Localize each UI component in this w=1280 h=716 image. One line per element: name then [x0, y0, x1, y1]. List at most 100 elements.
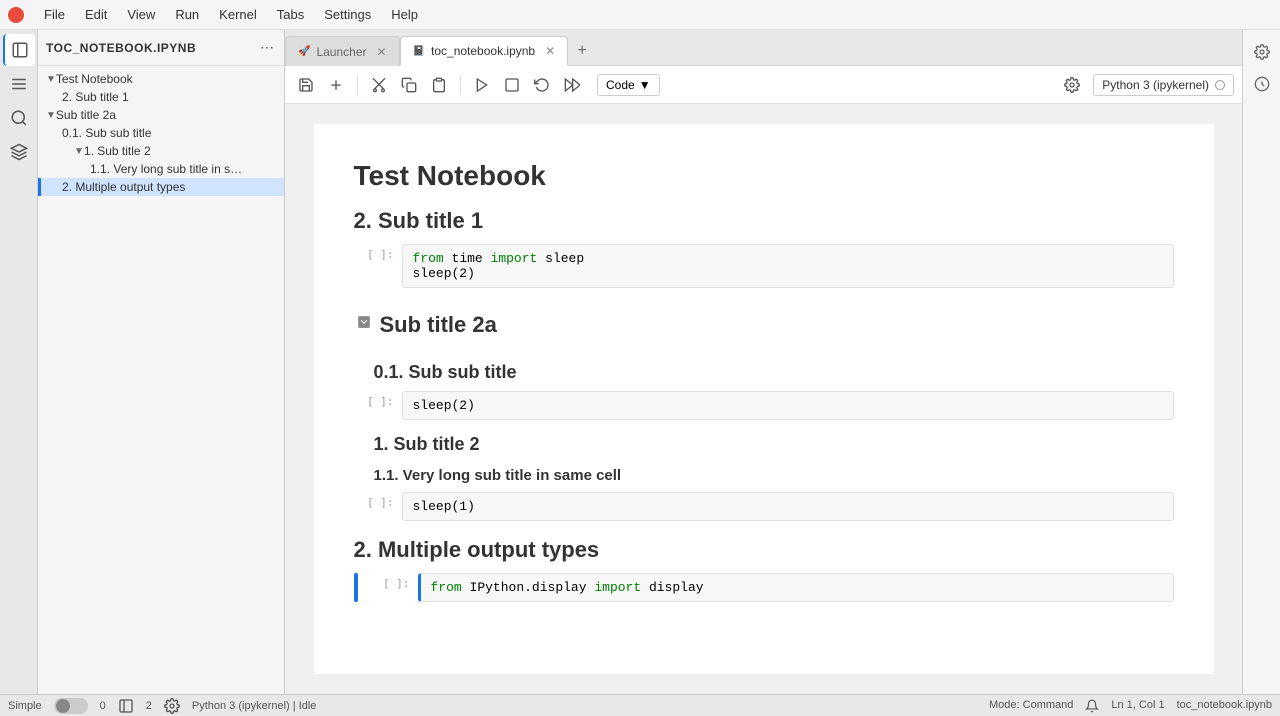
toc-label-sub-sub-title: 0.1. Sub sub title [62, 126, 151, 140]
kernel-info: Python 3 (ipykernel) | Idle [192, 700, 317, 712]
tabs-bar: 🚀 Launcher ✕ 📓 toc_notebook.ipynb ✕ + [285, 30, 1242, 66]
toc-item-sub-sub-title[interactable]: 0.1. Sub sub title [38, 124, 284, 142]
collapse-arrow-sub-title-2: ▼ [74, 146, 84, 157]
notebook-tab-icon: 📓 [413, 46, 425, 57]
menu-kernel[interactable]: Kernel [211, 5, 265, 24]
cell-prompt-4: [ ]: [370, 573, 410, 590]
notebook: Test Notebook 2. Sub title 1 [ ]: from t… [285, 104, 1242, 694]
kw-import-1: import [491, 251, 538, 266]
toc-label-very-long: 1.1. Very long sub title in s… [90, 162, 242, 176]
notebook-title: Test Notebook [354, 160, 1174, 192]
cell-type-label: Code [606, 78, 635, 92]
status-filename: toc_notebook.ipynb [1177, 699, 1272, 713]
toc-item-sub-title-2a[interactable]: ▼ Sub title 2a [38, 106, 284, 124]
toc-label-sub-title-2a: Sub title 2a [56, 108, 116, 122]
cell-type-select[interactable]: Code ▼ [597, 74, 660, 96]
new-tab-button[interactable]: + [568, 37, 596, 65]
sidebar-menu-btn[interactable]: ⋯ [258, 39, 276, 57]
tab-launcher[interactable]: 🚀 Launcher ✕ [285, 36, 400, 66]
tab-launcher-close[interactable]: ✕ [377, 45, 387, 59]
menu-view[interactable]: View [119, 5, 163, 24]
zero-label: 0 [100, 700, 106, 712]
statusbar: Simple 0 2 Python 3 (ipykernel) | Idle M… [0, 694, 1280, 716]
heading-very-long: 1.1. Very long sub title in same cell [354, 467, 1174, 484]
cell-input-1[interactable]: from time import sleepsleep(2) [402, 244, 1174, 288]
toolbar: Code ▼ Python 3 (ipykernel) [285, 66, 1242, 104]
active-cell-indicator [354, 573, 358, 602]
mode-cmd: Mode: Command [989, 699, 1073, 713]
heading-sub-sub-title: 0.1. Sub sub title [354, 362, 1174, 383]
toc-item-multiple-output[interactable]: 2. Multiple output types [38, 178, 284, 196]
cell-input-4[interactable]: from IPython.display import display [418, 573, 1174, 602]
kernel-settings-icon[interactable] [1059, 72, 1085, 98]
kernel-name: Python 3 (ipykernel) [1102, 78, 1209, 92]
cell-input-2[interactable]: sleep(2) [402, 391, 1174, 420]
cell-type-chevron: ▼ [639, 78, 651, 92]
code-cell-3: [ ]: sleep(1) [354, 492, 1174, 521]
content-area: 🚀 Launcher ✕ 📓 toc_notebook.ipynb ✕ + [285, 30, 1242, 694]
copy-button[interactable] [396, 72, 422, 98]
toolbar-right: Python 3 (ipykernel) [1059, 72, 1234, 98]
status-icon-1 [118, 698, 134, 714]
cell-prompt-1: [ ]: [354, 244, 394, 261]
tab-toc-notebook[interactable]: 📓 toc_notebook.ipynb ✕ [400, 36, 569, 66]
notebook-content: Test Notebook 2. Sub title 1 [ ]: from t… [314, 124, 1214, 674]
heading-sub-title-2: 1. Sub title 2 [354, 434, 1174, 455]
sidebar-title: TOC_NOTEBOOK.IPYNB [46, 41, 196, 55]
menubar: File Edit View Run Kernel Tabs Settings … [0, 0, 1280, 30]
menu-file[interactable]: File [36, 5, 73, 24]
collapse-arrow-sub-title-2a: ▼ [46, 110, 56, 121]
collapse-arrow-test-notebook: ▼ [46, 74, 56, 85]
menu-edit[interactable]: Edit [77, 5, 115, 24]
sidebar: TOC_NOTEBOOK.IPYNB ⋯ ▼ Test Notebook 2. … [38, 30, 285, 694]
activity-toc[interactable] [3, 68, 35, 100]
activity-extensions[interactable] [3, 136, 35, 168]
sidebar-actions: ⋯ [258, 39, 276, 57]
add-cell-button[interactable] [323, 72, 349, 98]
run-button[interactable] [469, 72, 495, 98]
launcher-tab-icon: 🚀 [298, 46, 310, 57]
activity-files[interactable] [3, 34, 35, 66]
save-button[interactable] [293, 72, 319, 98]
toc-item-sub-title-2[interactable]: ▼ 1. Sub title 2 [38, 142, 284, 160]
cell-type-container: Code ▼ [597, 74, 660, 96]
tab-notebook-close[interactable]: ✕ [545, 44, 555, 58]
code-cell-1: [ ]: from time import sleepsleep(2) [354, 244, 1174, 288]
simple-toggle[interactable] [54, 698, 88, 714]
toc-item-test-notebook[interactable]: ▼ Test Notebook [38, 70, 284, 88]
debugger-icon[interactable] [1248, 70, 1276, 98]
menu-tabs[interactable]: Tabs [269, 5, 312, 24]
toc-label-test-notebook: Test Notebook [56, 72, 133, 86]
paste-button[interactable] [426, 72, 452, 98]
restart-button[interactable] [529, 72, 555, 98]
cursor-pos: Ln 1, Col 1 [1111, 699, 1164, 713]
toc-item-sub-title-1[interactable]: 2. Sub title 1 [38, 88, 284, 106]
menu-help[interactable]: Help [383, 5, 426, 24]
restart-run-button[interactable] [559, 72, 585, 98]
cell-input-3[interactable]: sleep(1) [402, 492, 1174, 521]
cell-prompt-3: [ ]: [354, 492, 394, 509]
kernel-status-dot [1215, 80, 1225, 90]
activity-search[interactable] [3, 102, 35, 134]
toc-item-very-long[interactable]: 1.1. Very long sub title in s… [38, 160, 284, 178]
menu-run[interactable]: Run [167, 5, 207, 24]
app-logo [8, 7, 24, 23]
collapse-marker-sub-title-2a[interactable] [354, 312, 374, 332]
kernel-select[interactable]: Python 3 (ipykernel) [1093, 74, 1234, 96]
cell-prompt-2: [ ]: [354, 391, 394, 408]
toolbar-sep-1 [357, 75, 358, 95]
toc-label-sub-title-2: 1. Sub title 2 [84, 144, 151, 158]
tab-launcher-label: Launcher [316, 45, 366, 59]
tab-notebook-label: toc_notebook.ipynb [431, 44, 535, 58]
simple-label: Simple [8, 700, 42, 712]
code-cell-2: [ ]: sleep(2) [354, 391, 1174, 420]
toolbar-sep-2 [460, 75, 461, 95]
menu-settings[interactable]: Settings [316, 5, 379, 24]
heading-sub-title-1: 2. Sub title 1 [354, 208, 1174, 234]
heading-row-sub-title-2a: Sub title 2a [354, 296, 1174, 348]
heading-sub-title-2a: Sub title 2a [380, 312, 497, 338]
stop-button[interactable] [499, 72, 525, 98]
property-inspector-icon[interactable] [1248, 38, 1276, 66]
kw-from-4: from [431, 580, 462, 595]
cut-button[interactable] [366, 72, 392, 98]
